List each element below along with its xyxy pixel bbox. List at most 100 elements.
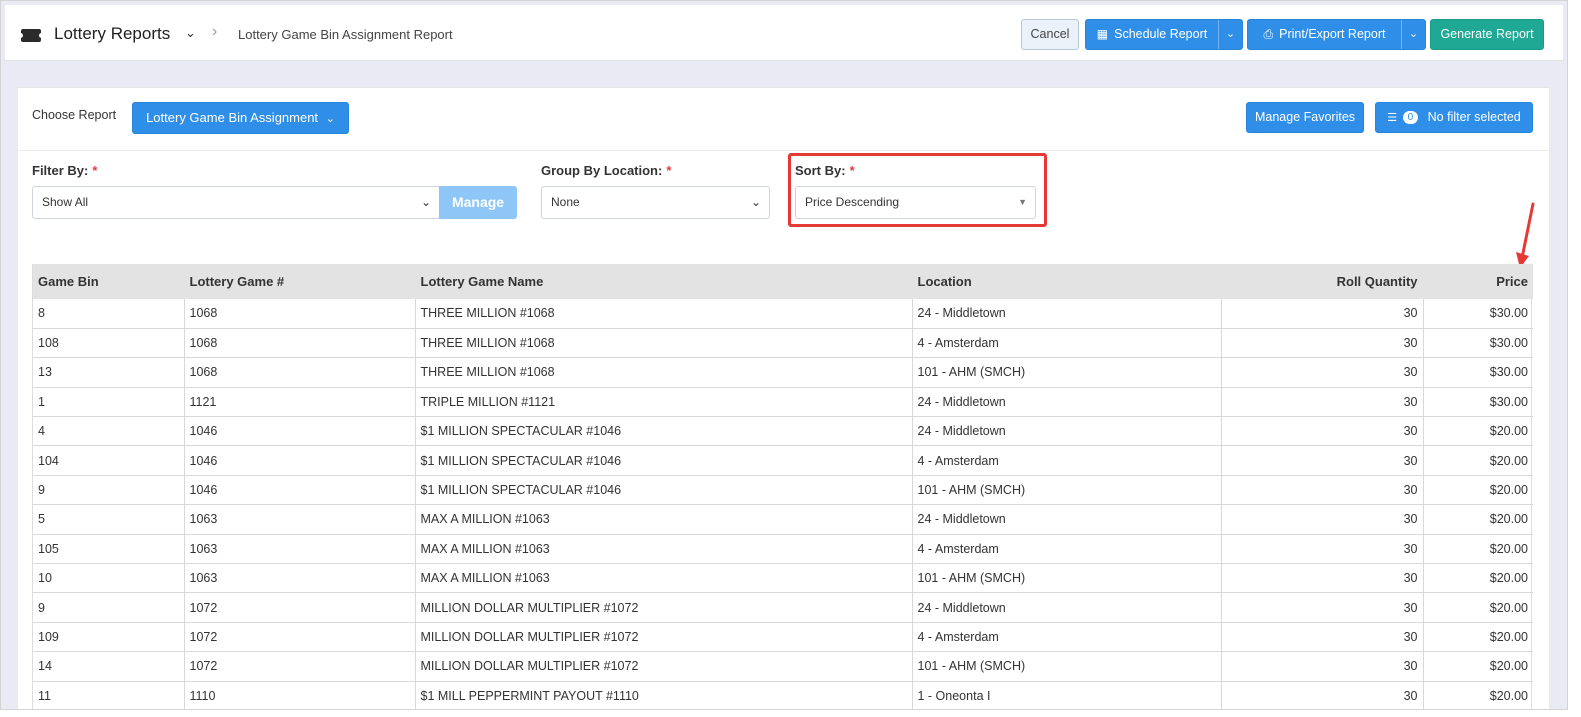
column-header-game-name[interactable]: Lottery Game Name bbox=[415, 264, 913, 299]
report-select-label: Lottery Game Bin Assignment bbox=[146, 110, 319, 125]
price-cell: $20.00 bbox=[1423, 445, 1533, 476]
location-cell: 4 - Amsterdam bbox=[912, 445, 1222, 476]
location-cell: 24 - Middletown bbox=[912, 416, 1222, 447]
game-name-cell: $1 MILLION SPECTACULAR #1046 bbox=[415, 445, 913, 476]
report-panel: Choose Report Lottery Game Bin Assignmen… bbox=[18, 87, 1549, 709]
game-bin-cell: 11 bbox=[33, 681, 185, 709]
price-cell: $30.00 bbox=[1423, 357, 1533, 388]
choose-report-label: Choose Report bbox=[32, 108, 117, 122]
app-window: Lottery Reports ⌄ › Lottery Game Bin Ass… bbox=[0, 0, 1568, 710]
table-row[interactable]: 105 1063 MAX A MILLION #1063 4 - Amsterdam 3… bbox=[33, 534, 1533, 565]
game-name-cell: MAX A MILLION #1063 bbox=[415, 504, 913, 535]
table-row[interactable]: 9 1072 MILLION DOLLAR MULTIPLIER #1072 24 -… bbox=[33, 592, 1533, 623]
game-number-cell: 1063 bbox=[184, 534, 416, 565]
app-title[interactable]: Lottery Reports bbox=[54, 24, 170, 44]
price-cell: $20.00 bbox=[1423, 681, 1533, 709]
filter-status-button[interactable]: ☰ 0 No filter selected bbox=[1375, 102, 1533, 133]
price-cell: $20.00 bbox=[1423, 563, 1533, 594]
game-bin-cell: 14 bbox=[33, 651, 185, 682]
game-name-cell: $1 MILLION SPECTACULAR #1046 bbox=[415, 416, 913, 447]
cancel-button[interactable]: Cancel bbox=[1021, 19, 1079, 50]
table-row[interactable]: 104 1046 $1 MILLION SPECTACULAR #1046 4 - A… bbox=[33, 445, 1533, 476]
column-header-game-bin[interactable]: Game Bin bbox=[33, 264, 185, 299]
filter-count-badge: 0 bbox=[1402, 111, 1419, 124]
game-name-cell: MAX A MILLION #1063 bbox=[415, 563, 913, 594]
location-cell: 24 - Middletown bbox=[912, 299, 1222, 329]
location-cell: 1 - Oneonta I bbox=[912, 681, 1222, 709]
game-number-cell: 1063 bbox=[184, 563, 416, 594]
manage-favorites-button[interactable]: Manage Favorites bbox=[1246, 102, 1364, 133]
game-name-cell: MILLION DOLLAR MULTIPLIER #1072 bbox=[415, 622, 913, 653]
column-header-game-number[interactable]: Lottery Game # bbox=[184, 264, 416, 299]
report-select-button[interactable]: Lottery Game Bin Assignment ⌄ bbox=[132, 102, 349, 134]
roll-quantity-cell: 30 bbox=[1221, 299, 1424, 329]
table-row[interactable]: 10 1063 MAX A MILLION #1063 101 - AHM (SMCH… bbox=[33, 563, 1533, 594]
list-icon: ☰ bbox=[1387, 112, 1398, 124]
filter-by-select[interactable]: Show All ⌄ bbox=[32, 186, 440, 219]
top-bar: Lottery Reports ⌄ › Lottery Game Bin Ass… bbox=[5, 5, 1563, 61]
column-header-roll-quantity[interactable]: Roll Quantity bbox=[1221, 264, 1424, 299]
column-header-location[interactable]: Location bbox=[912, 264, 1222, 299]
report-table: Game Bin Lottery Game # Lottery Game Nam… bbox=[33, 264, 1533, 709]
column-header-price[interactable]: Price bbox=[1423, 264, 1533, 299]
manage-filter-button[interactable]: Manage bbox=[439, 186, 517, 219]
table-row[interactable]: 1 1121 TRIPLE MILLION #1121 24 - Middletown… bbox=[33, 387, 1533, 418]
group-by-location-select[interactable]: None ⌄ bbox=[541, 186, 770, 219]
table-row[interactable]: 14 1072 MILLION DOLLAR MULTIPLIER #1072 101… bbox=[33, 651, 1533, 682]
chevron-down-icon[interactable]: ⌄ bbox=[185, 25, 196, 41]
table-row[interactable]: 13 1068 THREE MILLION #1068 101 - AHM (SMCH… bbox=[33, 357, 1533, 388]
print-export-label: Print/Export Report bbox=[1279, 27, 1386, 41]
game-bin-cell: 9 bbox=[33, 592, 185, 623]
table-row[interactable]: 108 1068 THREE MILLION #1068 4 - Amsterdam 3… bbox=[33, 328, 1533, 359]
table-row[interactable]: 11 1110 $1 MILL PEPPERMINT PAYOUT #1110 1 -… bbox=[33, 681, 1533, 709]
generate-report-button[interactable]: Generate Report bbox=[1430, 19, 1544, 50]
divider bbox=[18, 150, 1549, 151]
table-row[interactable]: 8 1068 THREE MILLION #1068 24 - Middletown 3… bbox=[33, 299, 1533, 329]
chevron-down-icon: ⌄ bbox=[325, 113, 335, 125]
game-number-cell: 1110 bbox=[184, 681, 416, 709]
breadcrumb: Lottery Game Bin Assignment Report bbox=[238, 27, 453, 42]
game-number-cell: 1068 bbox=[184, 299, 416, 329]
table-row[interactable]: 5 1063 MAX A MILLION #1063 24 - Middletown 3… bbox=[33, 504, 1533, 535]
game-number-cell: 1046 bbox=[184, 445, 416, 476]
price-cell: $30.00 bbox=[1423, 299, 1533, 329]
location-cell: 24 - Middletown bbox=[912, 387, 1222, 418]
game-number-cell: 1072 bbox=[184, 622, 416, 653]
price-cell: $20.00 bbox=[1423, 651, 1533, 682]
game-number-cell: 1046 bbox=[184, 416, 416, 447]
roll-quantity-cell: 30 bbox=[1221, 592, 1424, 623]
game-bin-cell: 8 bbox=[33, 299, 185, 329]
roll-quantity-cell: 30 bbox=[1221, 387, 1424, 418]
table-row[interactable]: 4 1046 $1 MILLION SPECTACULAR #1046 24 - Mi… bbox=[33, 416, 1533, 447]
game-bin-cell: 9 bbox=[33, 475, 185, 506]
calendar-icon: ▦ bbox=[1096, 27, 1109, 41]
price-cell: $20.00 bbox=[1423, 416, 1533, 447]
game-bin-cell: 108 bbox=[33, 328, 185, 359]
table-row[interactable]: 109 1072 MILLION DOLLAR MULTIPLIER #1072 4 … bbox=[33, 622, 1533, 653]
print-export-button[interactable]: ⎙ Print/Export Report ⌄ bbox=[1247, 19, 1426, 50]
roll-quantity-cell: 30 bbox=[1221, 563, 1424, 594]
price-cell: $30.00 bbox=[1423, 328, 1533, 359]
location-cell: 24 - Middletown bbox=[912, 504, 1222, 535]
chevron-down-icon: ⌄ bbox=[750, 195, 761, 209]
table-header-row: Game Bin Lottery Game # Lottery Game Nam… bbox=[33, 264, 1533, 299]
printer-icon: ⎙ bbox=[1263, 27, 1274, 41]
game-number-cell: 1046 bbox=[184, 475, 416, 506]
price-cell: $20.00 bbox=[1423, 475, 1533, 506]
roll-quantity-cell: 30 bbox=[1221, 328, 1424, 359]
price-cell: $20.00 bbox=[1423, 592, 1533, 623]
roll-quantity-cell: 30 bbox=[1221, 475, 1424, 506]
game-number-cell: 1068 bbox=[184, 328, 416, 359]
print-dropdown-caret-icon[interactable]: ⌄ bbox=[1401, 20, 1425, 49]
table-row[interactable]: 9 1046 $1 MILLION SPECTACULAR #1046 101 - A… bbox=[33, 475, 1533, 506]
roll-quantity-cell: 30 bbox=[1221, 534, 1424, 565]
game-name-cell: THREE MILLION #1068 bbox=[415, 328, 913, 359]
game-bin-cell: 4 bbox=[33, 416, 185, 447]
breadcrumb-separator-icon: › bbox=[212, 23, 218, 40]
game-number-cell: 1068 bbox=[184, 357, 416, 388]
schedule-report-button[interactable]: ▦ Schedule Report ⌄ bbox=[1085, 19, 1243, 50]
game-name-cell: MILLION DOLLAR MULTIPLIER #1072 bbox=[415, 651, 913, 682]
schedule-dropdown-caret-icon[interactable]: ⌄ bbox=[1218, 20, 1242, 49]
filter-status-label: No filter selected bbox=[1427, 110, 1521, 124]
game-bin-cell: 109 bbox=[33, 622, 185, 653]
